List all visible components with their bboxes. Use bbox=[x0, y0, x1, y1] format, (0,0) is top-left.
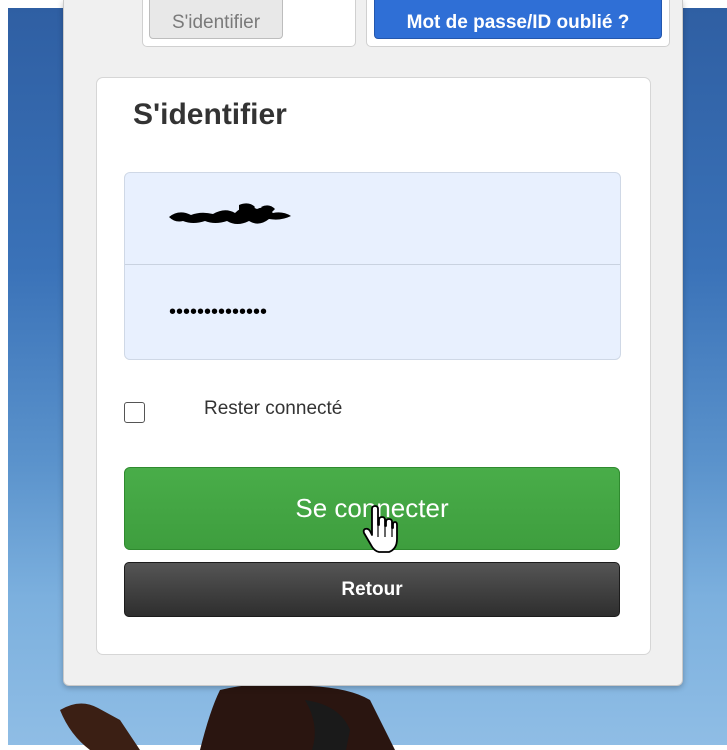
page-margin-left bbox=[0, 0, 8, 745]
username-input[interactable] bbox=[125, 173, 620, 264]
password-field-container bbox=[125, 266, 620, 358]
back-button[interactable]: Retour bbox=[124, 562, 620, 617]
login-card: S'identifier Rester connecté Se connecte… bbox=[96, 77, 651, 655]
back-button-label: Retour bbox=[341, 578, 403, 600]
identify-tab-wrapper: S'identifier bbox=[142, 0, 356, 47]
identify-tab-label: S'identifier bbox=[171, 12, 261, 33]
remember-me-row: Rester connecté bbox=[124, 396, 424, 428]
identify-tab-button[interactable]: S'identifier bbox=[149, 0, 283, 39]
hand-pointer-icon bbox=[362, 505, 398, 553]
remember-me-checkbox[interactable] bbox=[124, 402, 145, 423]
background-figure bbox=[60, 683, 395, 750]
forgot-password-button[interactable]: Mot de passe/ID oublié ? bbox=[374, 0, 662, 39]
credentials-group bbox=[124, 172, 621, 360]
remember-me-label: Rester connecté bbox=[204, 398, 343, 419]
password-input[interactable] bbox=[125, 266, 620, 358]
forgot-password-label: Mot de passe/ID oublié ? bbox=[406, 12, 630, 33]
username-field-container bbox=[125, 173, 620, 265]
login-title: S'identifier bbox=[133, 98, 287, 131]
forgot-tab-wrapper: Mot de passe/ID oublié ? bbox=[366, 0, 670, 47]
